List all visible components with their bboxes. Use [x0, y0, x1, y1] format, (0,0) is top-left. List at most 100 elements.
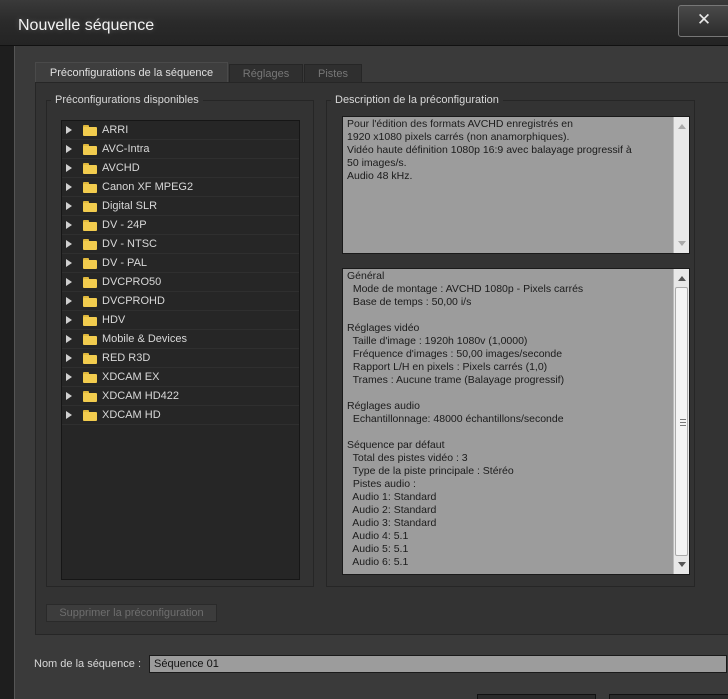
- preset-folder-item[interactable]: Digital SLR: [62, 197, 299, 216]
- preset-folder-item[interactable]: DVCPROHD: [62, 292, 299, 311]
- preset-folder-label: Digital SLR: [102, 200, 158, 212]
- folder-icon: [83, 372, 97, 383]
- folder-icon: [83, 220, 97, 231]
- description-line: 50 images/s.: [347, 157, 407, 169]
- grip-icon: [680, 418, 686, 426]
- description-line: Audio 3: Standard: [347, 517, 437, 529]
- scroll-up-arrow-icon[interactable]: [678, 276, 686, 281]
- description-line: Pistes audio :: [347, 478, 416, 490]
- expand-triangle-icon[interactable]: [66, 278, 72, 286]
- preset-folder-item[interactable]: XDCAM HD: [62, 406, 299, 425]
- preset-folder-item[interactable]: AVCHD: [62, 159, 299, 178]
- preset-folder-item[interactable]: ARRI: [62, 121, 299, 140]
- tab-sequence-presets[interactable]: Préconfigurations de la séquence: [35, 62, 228, 82]
- preset-folder-item[interactable]: DVCPRO50: [62, 273, 299, 292]
- preset-folder-label: DVCPRO50: [102, 276, 162, 288]
- sequence-name-label: Nom de la séquence :: [34, 658, 142, 670]
- preset-folder-label: Canon XF MPEG2: [102, 181, 194, 193]
- description-line: Taille d'image : 1920h 1080v (1,0000): [347, 335, 528, 347]
- expand-triangle-icon[interactable]: [66, 411, 72, 419]
- description-line: 1920 x1080 pixels carrés (non anamorphiq…: [347, 131, 570, 143]
- tab-settings[interactable]: Réglages: [229, 64, 303, 82]
- folder-icon: [83, 315, 97, 326]
- preset-folder-item[interactable]: Mobile & Devices: [62, 330, 299, 349]
- expand-triangle-icon[interactable]: [66, 164, 72, 172]
- description-summary-box[interactable]: Pour l'édition des formats AVCHD enregis…: [342, 116, 690, 254]
- description-line: Audio 4: 5.1: [347, 530, 409, 542]
- description-line: Echantillonnage: 48000 échantillons/seco…: [347, 413, 564, 425]
- tab-tracks[interactable]: Pistes: [304, 64, 362, 82]
- folder-icon: [83, 201, 97, 212]
- description-line: Pour l'édition des formats AVCHD enregis…: [347, 118, 573, 130]
- folder-icon: [83, 410, 97, 421]
- sequence-name-input[interactable]: Séquence 01: [149, 655, 727, 673]
- expand-triangle-icon[interactable]: [66, 240, 72, 248]
- expand-triangle-icon[interactable]: [66, 297, 72, 305]
- expand-triangle-icon[interactable]: [66, 354, 72, 362]
- tab-panel: Préconfigurations disponibles ARRI AVC-In…: [35, 82, 728, 635]
- expand-triangle-icon[interactable]: [66, 259, 72, 267]
- folder-icon: [83, 334, 97, 345]
- scroll-thumb[interactable]: [675, 287, 688, 556]
- close-button[interactable]: ✕: [678, 5, 728, 37]
- expand-triangle-icon[interactable]: [66, 392, 72, 400]
- preset-folder-label: DV - PAL: [102, 257, 148, 269]
- expand-triangle-icon[interactable]: [66, 126, 72, 134]
- expand-triangle-icon[interactable]: [66, 335, 72, 343]
- description-line: Audio 48 kHz.: [347, 170, 413, 182]
- description-line: Mode de montage : AVCHD 1080p - Pixels c…: [347, 283, 584, 295]
- folder-icon: [83, 144, 97, 155]
- summary-scrollbar[interactable]: [673, 117, 689, 253]
- description-line: [347, 426, 669, 439]
- delete-preset-button[interactable]: Supprimer la préconfiguration: [46, 604, 217, 622]
- preset-folder-item[interactable]: Canon XF MPEG2: [62, 178, 299, 197]
- preset-description-group: Description de la préconfiguration Pour …: [326, 94, 695, 587]
- preset-folder-label: XDCAM EX: [102, 371, 160, 383]
- description-line: [347, 387, 669, 400]
- folder-icon: [83, 277, 97, 288]
- expand-triangle-icon[interactable]: [66, 183, 72, 191]
- folder-icon: [83, 391, 97, 402]
- preset-folder-label: XDCAM HD422: [102, 390, 180, 402]
- description-details-text: Général Mode de montage : AVCHD 1080p - …: [347, 270, 669, 569]
- preset-folder-item[interactable]: XDCAM EX: [62, 368, 299, 387]
- expand-triangle-icon[interactable]: [66, 316, 72, 324]
- scroll-up-arrow-icon[interactable]: [678, 124, 686, 129]
- preset-folder-item[interactable]: HDV: [62, 311, 299, 330]
- preset-tree[interactable]: ARRI AVC-Intra AVCHD Canon XF MPEG2 Digital …: [61, 120, 300, 580]
- preset-folder-item[interactable]: DV - PAL: [62, 254, 299, 273]
- folder-icon: [83, 125, 97, 136]
- details-scrollbar[interactable]: [673, 269, 689, 574]
- preset-folder-item[interactable]: XDCAM HD422: [62, 387, 299, 406]
- preset-folder-item[interactable]: AVC-Intra: [62, 140, 299, 159]
- preset-folder-item[interactable]: RED R3D: [62, 349, 299, 368]
- expand-triangle-icon[interactable]: [66, 145, 72, 153]
- description-details-box[interactable]: Général Mode de montage : AVCHD 1080p - …: [342, 268, 690, 575]
- window-title: Nouvelle séquence: [18, 17, 155, 34]
- description-line: Réglages audio: [347, 400, 420, 412]
- expand-triangle-icon[interactable]: [66, 221, 72, 229]
- folder-icon: [83, 296, 97, 307]
- preset-folder-label: HDV: [102, 314, 126, 326]
- folder-icon: [83, 182, 97, 193]
- preset-folder-label: DV - 24P: [102, 219, 147, 231]
- description-line: Audio 1: Standard: [347, 491, 437, 503]
- folder-icon: [83, 353, 97, 364]
- description-line: Audio 2: Standard: [347, 504, 437, 516]
- scroll-down-arrow-icon[interactable]: [678, 241, 686, 246]
- folder-icon: [83, 163, 97, 174]
- preset-folder-item[interactable]: DV - NTSC: [62, 235, 299, 254]
- description-summary-text: Pour l'édition des formats AVCHD enregis…: [347, 118, 669, 183]
- description-line: Base de temps : 50,00 i/s: [347, 296, 472, 308]
- preset-folder-item[interactable]: DV - 24P: [62, 216, 299, 235]
- expand-triangle-icon[interactable]: [66, 202, 72, 210]
- cancel-button[interactable]: [609, 694, 728, 699]
- description-line: Total des pistes vidéo : 3: [347, 452, 468, 464]
- ok-button[interactable]: [477, 694, 596, 699]
- description-line: Rapport L/H en pixels : Pixels carrés (1…: [347, 361, 548, 373]
- expand-triangle-icon[interactable]: [66, 373, 72, 381]
- folder-icon: [83, 258, 97, 269]
- description-line: Audio 6: 5.1: [347, 556, 409, 568]
- scroll-down-arrow-icon[interactable]: [678, 562, 686, 567]
- preset-folder-label: ARRI: [102, 124, 129, 136]
